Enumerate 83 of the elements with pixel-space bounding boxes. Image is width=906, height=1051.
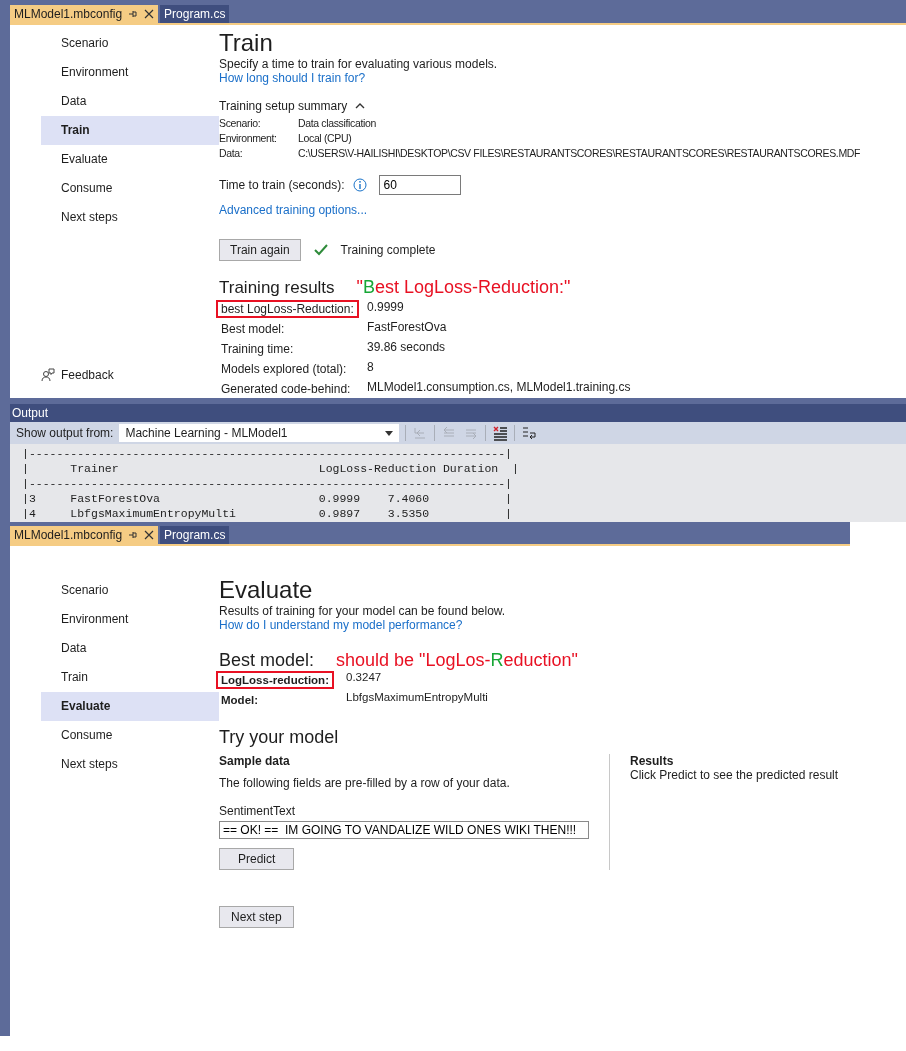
metric-label: LogLoss-reduction: — [216, 671, 334, 689]
summary-label: Data: — [219, 147, 243, 159]
time-label: Time to train (seconds): — [219, 178, 345, 192]
summary-value: C:\USERS\V-HAILISHI\DESKTOP\CSV FILES\RESTAURANTSCORES\RESTAURANTSCORES\RESTAURANTSCORES.MDF — [298, 147, 861, 159]
output-title-bar: Output — [10, 404, 906, 422]
page-heading: Train — [219, 29, 273, 57]
output-source-dropdown[interactable]: Machine Learning - MLModel1 — [119, 424, 400, 442]
step-nav-item[interactable]: Scenario — [41, 29, 219, 58]
train-again-button[interactable]: Train again — [219, 239, 301, 261]
step-nav-item[interactable]: Train — [41, 663, 219, 692]
document-tab[interactable]: MLModel1.mbconfig — [10, 5, 159, 23]
result-label: Models explored (total): — [220, 361, 348, 378]
sample-data-heading: Sample data — [219, 754, 290, 768]
best-model-heading: Best model: — [219, 650, 315, 671]
description-text: Results of training for your model can be found below. — [219, 604, 506, 618]
feedback-link[interactable]: Feedback — [61, 368, 114, 382]
info-icon[interactable] — [352, 178, 367, 192]
result-value: MLModel1.consumption.cs, MLModel1.training.cs — [367, 380, 631, 396]
description-text: Specify a time to train for evaluating various models. — [219, 57, 498, 71]
step-nav-item[interactable]: Data — [41, 87, 219, 116]
feedback-icon[interactable] — [41, 368, 55, 382]
results-heading: Results — [630, 754, 675, 768]
step-nav-item[interactable]: Data — [41, 634, 219, 663]
step-nav-item[interactable]: Environment — [41, 58, 219, 87]
help-link[interactable]: How long should I train for? — [219, 71, 366, 85]
step-nav-item[interactable]: Next steps — [41, 203, 219, 232]
document-tab[interactable]: MLModel1.mbconfig — [10, 526, 159, 544]
pin-icon[interactable] — [128, 9, 139, 19]
step-nav-item[interactable]: Scenario — [41, 576, 219, 605]
metric-label: Model: — [220, 693, 260, 708]
annotation-text: should be "LogLos-Reduction" — [336, 650, 578, 671]
try-model-heading: Try your model — [219, 727, 339, 748]
step-nav-item[interactable]: Evaluate — [41, 692, 219, 721]
pin-icon[interactable] — [128, 530, 139, 540]
advanced-options-link[interactable]: Advanced training options... — [219, 203, 368, 217]
summary-heading: Training setup summary — [219, 99, 348, 113]
step-nav-item[interactable]: Train — [41, 116, 219, 145]
sentiment-input-field[interactable]: == OK! == IM GOING TO VANDALIZE WILD ONES WIKI THEN!!! — [219, 821, 589, 839]
output-log-line: | Trainer LogLoss-Reduction Duration | — [22, 461, 520, 476]
result-value: 39.86 seconds — [367, 340, 446, 356]
summary-label: Scenario: — [219, 117, 261, 129]
close-icon[interactable] — [144, 9, 155, 19]
predict-button[interactable]: Predict — [219, 848, 295, 870]
result-value: 8 — [367, 360, 374, 376]
output-log-line: |---------------------------------------------------------------------| — [22, 446, 513, 461]
step-nav-item[interactable]: Evaluate — [41, 145, 219, 174]
document-tab[interactable]: Program.cs — [160, 5, 230, 23]
metric-value: 0.3247 — [346, 671, 382, 685]
chevron-up-icon[interactable] — [355, 102, 366, 110]
next-step-button[interactable]: Next step — [219, 906, 294, 928]
results-text: Click Predict to see the predicted result — [630, 768, 839, 782]
result-value: FastForestOva — [367, 320, 447, 336]
output-log-line: |3 FastForestOva 0.9999 7.4060 | — [22, 491, 513, 506]
output-log-line: |4 LbfgsMaximumEntropyMulti 0.9897 3.5350 | — [22, 506, 513, 521]
status-text: Training complete — [340, 243, 436, 257]
close-icon[interactable] — [144, 530, 155, 540]
time-input-field[interactable]: 60 — [378, 175, 461, 195]
summary-value: Local (CPU) — [298, 132, 352, 144]
results-heading: Training results — [219, 278, 335, 298]
help-link[interactable]: How do I understand my model performance? — [219, 618, 463, 632]
show-output-label: Show output from: — [16, 426, 114, 440]
metric-value: LbfgsMaximumEntropyMulti — [346, 691, 488, 705]
clear-all-icon[interactable] — [492, 425, 509, 441]
word-wrap-icon[interactable] — [521, 425, 538, 441]
step-nav-item[interactable]: Consume — [41, 721, 219, 750]
checkmark-icon — [312, 243, 329, 257]
output-log-line: |---------------------------------------------------------------------| — [22, 476, 513, 491]
result-label: best LogLoss-Reduction: — [216, 300, 359, 318]
field-label: SentimentText — [219, 804, 296, 818]
summary-label: Environment: — [219, 132, 277, 144]
page-heading: Evaluate — [219, 576, 313, 604]
result-label: Best model: — [220, 321, 286, 338]
result-value: 0.9999 — [367, 300, 404, 316]
document-tab[interactable]: Program.cs — [160, 526, 230, 544]
result-label: Generated code-behind: — [220, 381, 352, 398]
sample-description: The following fields are pre-filled by a row of your data. — [219, 776, 510, 790]
step-nav-item[interactable]: Consume — [41, 174, 219, 203]
step-nav-item[interactable]: Next steps — [41, 750, 219, 779]
caret-icon — [385, 431, 394, 436]
result-label: Training time: — [220, 341, 295, 358]
annotation-text: "Best LogLoss-Reduction:" — [356, 277, 571, 298]
step-nav-item[interactable]: Environment — [41, 605, 219, 634]
summary-value: Data classification — [298, 117, 376, 129]
